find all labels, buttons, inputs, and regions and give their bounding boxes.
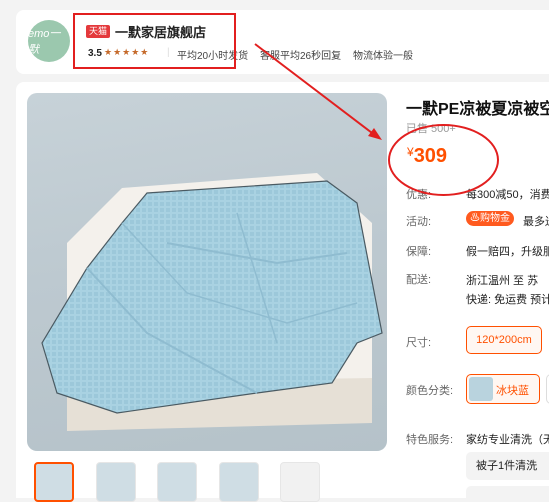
- annotation-arrow-icon: [254, 43, 382, 140]
- page: emo一默 天猫 一默家居旗舰店 3.5 ★★★★★ | 平均20小时发货 客服…: [0, 0, 549, 502]
